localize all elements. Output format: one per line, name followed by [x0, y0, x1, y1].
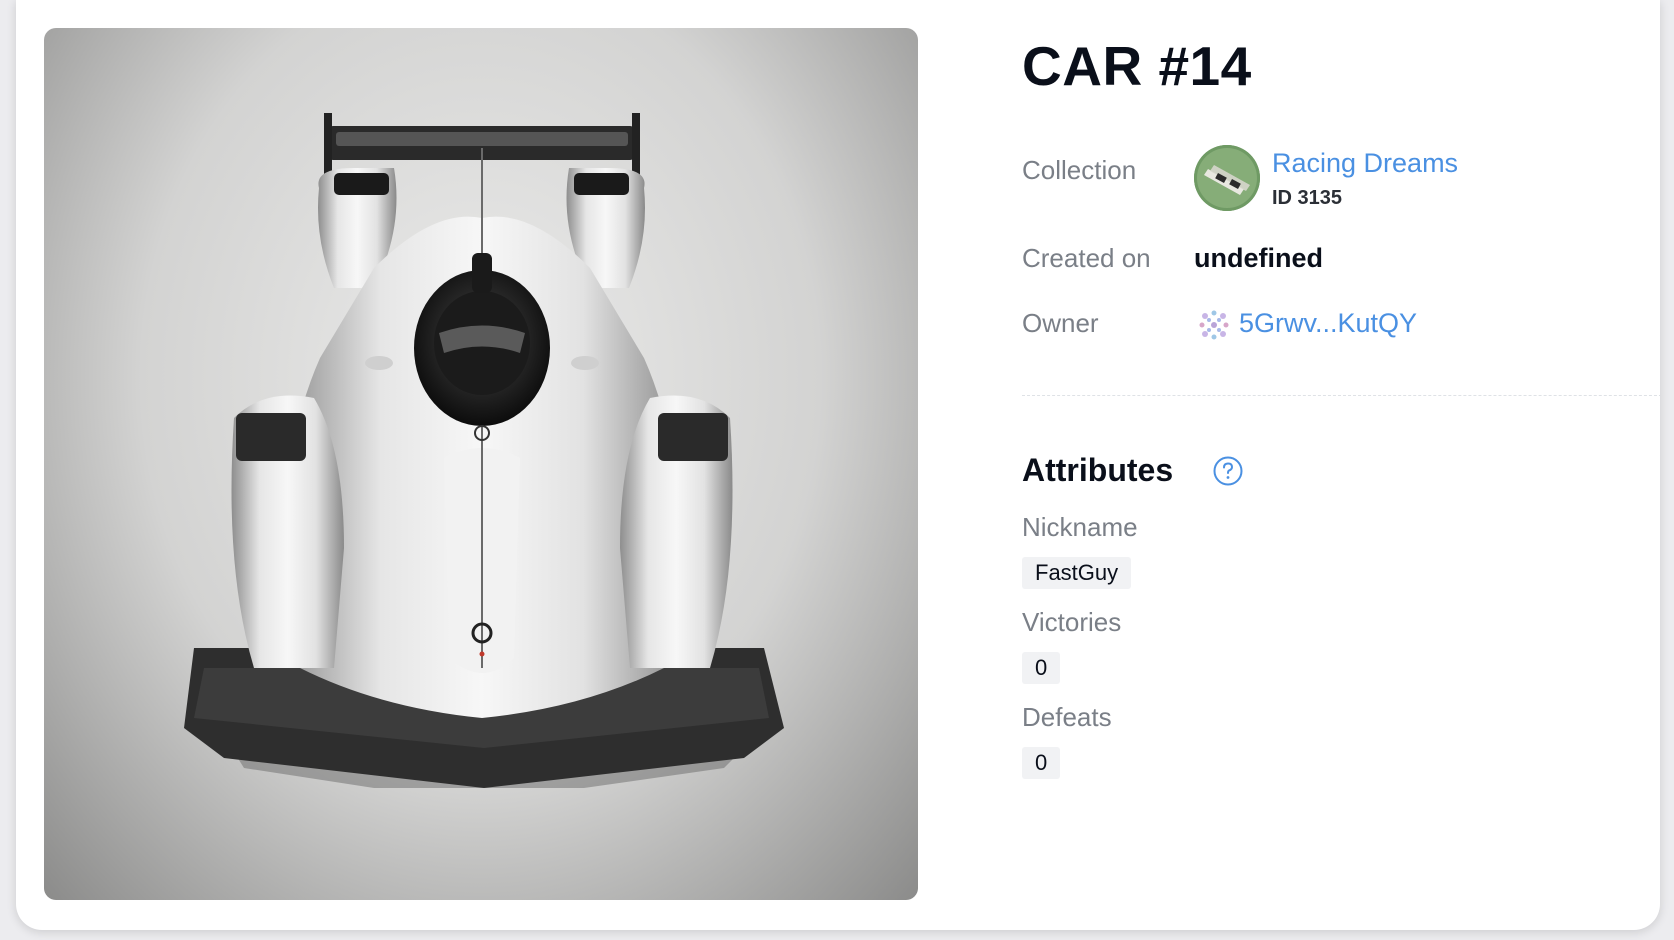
token-card: CAR #14 Collection Racing Dreams ID 3135…	[16, 0, 1660, 930]
created-on-label: Created on	[1022, 243, 1151, 273]
owner-label: Owner	[1022, 308, 1099, 338]
question-circle-icon[interactable]	[1212, 455, 1244, 487]
attributes-heading: Attributes	[1022, 452, 1174, 488]
race-car-illustration	[184, 113, 784, 788]
collection-label: Collection	[1022, 155, 1137, 185]
attribute-name: Victories	[1022, 607, 1122, 637]
section-divider	[1022, 395, 1660, 396]
collection-id: ID 3135	[1272, 187, 1343, 209]
token-image[interactable]	[44, 28, 918, 900]
collection-avatar[interactable]	[1194, 145, 1260, 211]
attribute-name: Defeats	[1022, 702, 1112, 732]
attribute-value-chip: FastGuy	[1022, 557, 1132, 589]
owner-identicon-icon	[1199, 310, 1229, 340]
owner-address-link[interactable]: 5Grwv...KutQY	[1239, 308, 1417, 339]
attribute-name: Nickname	[1022, 512, 1138, 542]
created-on-value: undefined	[1194, 243, 1323, 273]
token-title: CAR #14	[1022, 35, 1252, 97]
collection-avatar-image	[1194, 145, 1260, 211]
attribute-value-chip: 0	[1022, 747, 1061, 779]
attribute-value-chip: 0	[1022, 652, 1061, 684]
collection-link[interactable]: Racing Dreams	[1272, 148, 1458, 179]
